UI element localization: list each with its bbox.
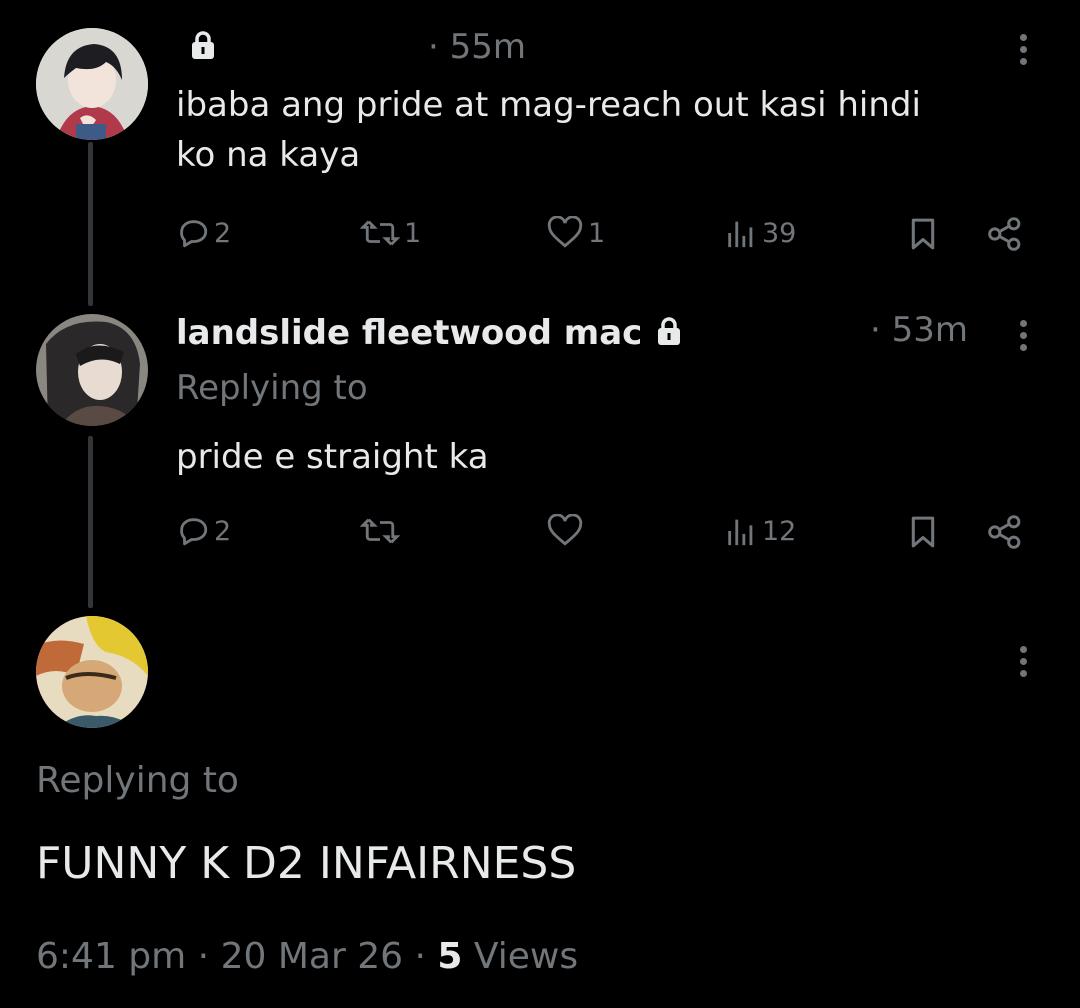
tweet3-views-label[interactable]: Views [474,936,578,977]
repost-icon [360,518,400,544]
avatar-tweet2[interactable] [36,314,148,426]
views-bar-icon [728,221,753,248]
repost-icon [360,220,400,246]
reply-bubble-icon [180,518,208,546]
reply-button[interactable]: 2 [176,216,231,250]
like-button[interactable]: 1 [546,216,605,250]
separator: · [414,936,426,977]
tweet1-header: · 55m [176,22,526,72]
avatar-tweet3[interactable] [36,616,148,728]
views-count: 12 [762,515,797,547]
tweet3-text: FUNNY K D2 INFAIRNESS [36,838,577,889]
reply-button[interactable]: 2 [176,514,231,548]
tweet2-timestamp[interactable]: · 53m [870,310,968,350]
views-button[interactable]: 39 [724,216,796,250]
like-button[interactable] [546,514,584,548]
share-icon [988,515,1021,549]
reply-count: 2 [214,515,232,547]
avatar-tweet1[interactable] [36,28,148,140]
more-vertical-icon[interactable] [1020,646,1030,682]
thread-line-2 [88,436,93,608]
bookmark-button[interactable] [906,216,940,252]
thread-line-1 [88,142,93,306]
tweet3-time[interactable]: 6:41 pm [36,936,186,977]
share-icon [988,217,1021,251]
tweet1-text: ibaba ang pride at mag-reach out kasi hi… [176,80,1036,180]
tweet2-replying-to: Replying to [176,368,368,408]
tweet1-timestamp[interactable]: · 55m [428,27,526,67]
views-button[interactable]: 12 [724,514,796,548]
share-button[interactable] [986,216,1024,252]
views-bar-icon [728,519,753,546]
separator: · [197,936,210,977]
reply-bubble-icon [180,220,208,248]
tweet3-replying-to: Replying to [36,760,239,801]
share-button[interactable] [986,514,1024,550]
tweet3-date[interactable]: 20 Mar 26 [221,936,403,977]
tweet1-text-line2: ko na kaya [176,135,361,175]
more-vertical-icon[interactable] [1020,320,1030,356]
repost-count: 1 [404,217,422,249]
tweet2-text: pride e straight ka [176,437,489,477]
lock-icon [656,316,682,350]
bookmark-icon [911,218,935,250]
like-count: 1 [588,217,606,249]
lock-icon [190,30,216,64]
heart-icon [547,514,583,546]
repost-button[interactable] [360,514,400,548]
heart-icon [547,216,583,248]
tweet2-author-name[interactable]: landslide fleetwood mac [176,313,642,353]
views-count: 39 [762,217,797,249]
tweet3-views-count[interactable]: 5 [437,936,462,977]
tweet2-header: landslide fleetwood mac [176,308,682,358]
repost-button[interactable]: 1 [360,216,421,250]
bookmark-icon [911,516,935,548]
tweet3-meta-row: 6:41 pm · 20 Mar 26 · 5 Views [36,936,578,977]
bookmark-button[interactable] [906,514,940,550]
more-vertical-icon[interactable] [1020,34,1030,70]
reply-count: 2 [214,217,232,249]
tweet1-text-line1: ibaba ang pride at mag-reach out kasi hi… [176,85,921,125]
